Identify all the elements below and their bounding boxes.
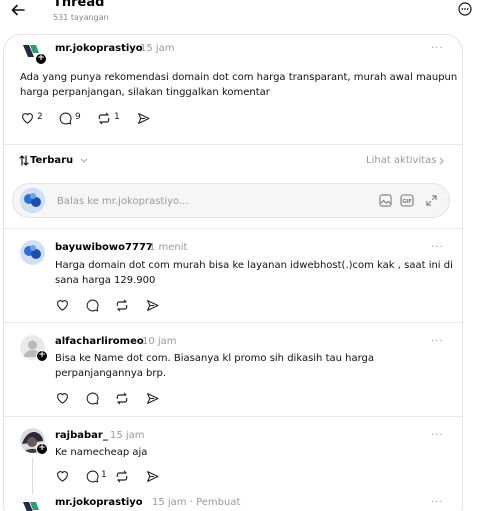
comment-icon[interactable] [85, 298, 99, 312]
expand-icon[interactable] [424, 193, 438, 207]
post-time: 15 jam [140, 43, 175, 54]
reply-more-icon[interactable]: ··· [431, 497, 444, 508]
page-title: Thread [53, 0, 105, 10]
share-icon[interactable] [136, 111, 150, 125]
post-more-icon[interactable]: ··· [431, 43, 444, 54]
share-icon[interactable] [145, 391, 159, 405]
thread-connector-line [32, 458, 33, 494]
reply-time: 15 jam · Pembuat [152, 497, 241, 508]
repost-icon[interactable] [115, 391, 129, 405]
repost-icon[interactable] [115, 469, 129, 483]
comment-icon[interactable] [85, 469, 99, 483]
post-text-line1: Ada yang punya rekomendasi domain dot co… [20, 72, 458, 83]
activity-link[interactable]: Lihat aktivitas [366, 155, 437, 166]
back-arrow-icon[interactable] [6, 0, 30, 22]
like-icon[interactable] [55, 391, 69, 405]
avatar[interactable] [20, 240, 45, 265]
divider [4, 228, 462, 229]
like-count: 2 [37, 112, 43, 122]
reply-placeholder: Balas ke mr.jokoprastiyo... [57, 196, 189, 207]
divider [4, 322, 462, 323]
chevron-down-icon[interactable] [80, 157, 88, 165]
share-icon[interactable] [145, 469, 159, 483]
repost-count: 1 [114, 112, 120, 122]
divider [4, 416, 462, 417]
more-options-icon[interactable] [457, 1, 473, 17]
comment-icon[interactable] [85, 391, 99, 405]
divider [4, 144, 462, 145]
reply-time: 1 menit [149, 242, 188, 253]
reply-username[interactable]: alfacharliromeo [55, 336, 144, 347]
repost-icon[interactable] [115, 298, 129, 312]
reply-username[interactable]: rajbabar_ [55, 430, 108, 441]
post-username[interactable]: mr.jokoprastiyo [55, 43, 143, 54]
follow-plus-icon[interactable]: + [35, 53, 47, 65]
like-icon[interactable] [55, 298, 69, 312]
sort-dropdown[interactable]: Terbaru [30, 155, 73, 166]
gif-icon[interactable]: GIF [400, 193, 414, 207]
reply-username[interactable]: mr.jokoprastiyo [55, 497, 143, 508]
reply-username[interactable]: bayuwibowo7777 [55, 242, 153, 253]
reply-more-icon[interactable]: ··· [431, 430, 444, 441]
view-count: 531 tayangan [53, 13, 109, 22]
follow-plus-icon[interactable]: + [36, 350, 48, 362]
svg-text:GIF: GIF [402, 198, 411, 204]
reply-text-line1: Ke namecheap aja [55, 447, 148, 458]
reply-more-icon[interactable]: ··· [431, 242, 444, 253]
reply-text-line2: sana harga 129.900 [55, 275, 156, 286]
like-icon[interactable] [55, 469, 69, 483]
reply-text-line2: perpanjangannya brp. [55, 368, 167, 379]
comment-icon[interactable] [58, 111, 72, 125]
sort-icon[interactable] [19, 155, 29, 166]
avatar [20, 188, 45, 213]
reply-text-line1: Harga domain dot com murah bisa ke layan… [55, 260, 453, 271]
reply-text-line1: Bisa ke Name dot com. Biasanya kl promo … [55, 353, 375, 364]
share-icon[interactable] [145, 298, 159, 312]
reply-time: 15 jam [110, 430, 145, 441]
follow-plus-icon[interactable]: + [36, 443, 48, 455]
image-attach-icon[interactable] [378, 193, 392, 207]
chevron-right-icon[interactable] [438, 157, 446, 165]
comment-count: 9 [75, 112, 81, 122]
repost-icon[interactable] [97, 111, 111, 125]
like-icon[interactable] [20, 111, 34, 125]
reply-time: 10 jam [142, 336, 177, 347]
post-text-line2: harga perpanjangan, silakan tinggalkan k… [20, 87, 270, 98]
reply-more-icon[interactable]: ··· [431, 336, 444, 347]
comment-count: 1 [101, 470, 107, 480]
